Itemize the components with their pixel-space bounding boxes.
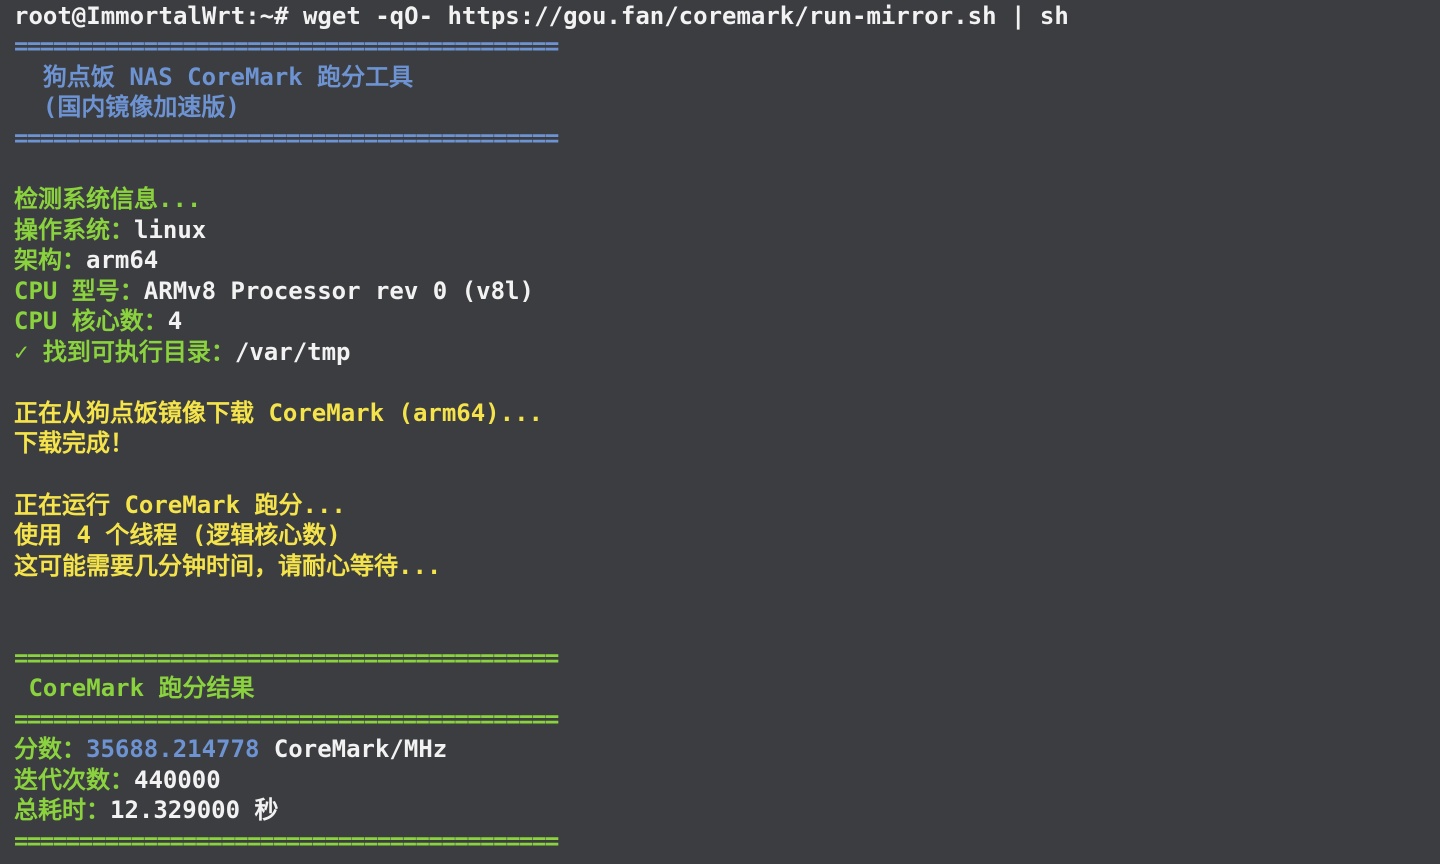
total-time-line: 总耗时：12.329000 秒: [14, 795, 279, 825]
score-value: 35688.214778: [86, 735, 260, 763]
cpu-cores-label: CPU 核心数：: [14, 307, 168, 335]
os-info-line: 操作系统：linux: [14, 215, 206, 245]
total-time-label: 总耗时：: [14, 796, 110, 824]
cpu-cores-value: 4: [167, 307, 183, 335]
running-message: 正在运行 CoreMark 跑分...: [14, 491, 346, 519]
cpu-model-label: CPU 型号：: [14, 277, 144, 305]
exec-dir-value: /var/tmp: [234, 338, 351, 366]
cpu-model-value: ARMv8 Processor rev 0 (v8l): [143, 277, 534, 305]
threads-message: 使用 4 个线程 (逻辑核心数): [14, 521, 341, 549]
cpu-cores-line: CPU 核心数：4: [14, 306, 182, 336]
os-label: 操作系统：: [14, 216, 134, 244]
exec-dir-label: ✓ 找到可执行目录：: [14, 338, 235, 366]
score-unit: CoreMark/MHz: [259, 735, 448, 763]
results-title: CoreMark 跑分结果: [14, 674, 255, 702]
os-value: linux: [134, 216, 207, 244]
header-separator-bottom: ========================================…: [14, 124, 559, 152]
iterations-label: 迭代次数：: [14, 766, 134, 794]
tool-title: 狗点饭 NAS CoreMark 跑分工具: [14, 63, 414, 91]
command-text: root@ImmortalWrt:~# wget -qO- https://go…: [14, 2, 1069, 30]
results-separator-top: ========================================…: [14, 644, 559, 672]
score-line: 分数：35688.214778 CoreMark/MHz: [14, 734, 447, 764]
total-time-value: 12.329000 秒: [110, 796, 279, 824]
score-label: 分数：: [14, 735, 86, 763]
results-separator-middle: ========================================…: [14, 705, 559, 733]
detecting-message: 检测系统信息...: [14, 185, 202, 213]
results-separator-bottom: ========================================…: [14, 827, 559, 855]
arch-value: arm64: [86, 246, 159, 274]
arch-label: 架构：: [14, 246, 86, 274]
header-separator-top: ========================================…: [14, 32, 559, 60]
tool-subtitle: (国内镜像加速版): [14, 93, 240, 121]
iterations-value: 440000: [134, 766, 221, 794]
arch-info-line: 架构：arm64: [14, 245, 158, 275]
command-prompt-line: root@ImmortalWrt:~# wget -qO- https://go…: [14, 1, 1069, 31]
terminal-window[interactable]: root@ImmortalWrt:~# wget -qO- https://go…: [0, 0, 1440, 864]
cpu-model-line: CPU 型号：ARMv8 Processor rev 0 (v8l): [14, 276, 534, 306]
download-message: 正在从狗点饭镜像下载 CoreMark (arm64)...: [14, 399, 543, 427]
iterations-line: 迭代次数：440000: [14, 765, 221, 795]
wait-message: 这可能需要几分钟时间，请耐心等待...: [14, 552, 442, 580]
exec-dir-line: ✓ 找到可执行目录：/var/tmp: [14, 337, 351, 367]
download-done-message: 下载完成！: [14, 429, 134, 457]
